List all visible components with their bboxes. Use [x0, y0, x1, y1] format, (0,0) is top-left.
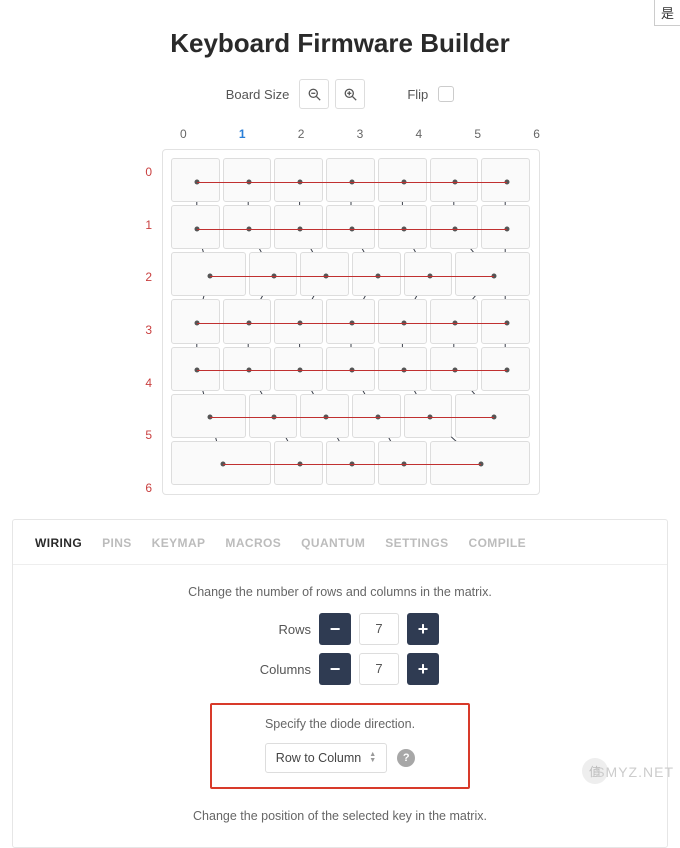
- rows-value[interactable]: 7: [359, 613, 399, 645]
- row-label[interactable]: 6: [130, 481, 152, 495]
- tabs: WIRING PINS KEYMAP MACROS QUANTUM SETTINGS COM…: [13, 520, 667, 565]
- rows-control: Rows − 7 +: [13, 613, 667, 645]
- row-wire: [210, 276, 494, 277]
- columns-increment-button[interactable]: +: [407, 653, 439, 685]
- row-label[interactable]: 2: [130, 270, 152, 284]
- rows-label: Rows: [241, 622, 311, 637]
- column-label[interactable]: 1: [239, 127, 246, 141]
- keyboard-board[interactable]: [162, 149, 540, 495]
- column-label[interactable]: 5: [474, 127, 481, 141]
- diode-direction-select[interactable]: Row to Column ▲▼: [265, 743, 387, 773]
- rows-increment-button[interactable]: +: [407, 613, 439, 645]
- column-label[interactable]: 3: [357, 127, 364, 141]
- diode-direction-value: Row to Column: [276, 751, 361, 765]
- tab-pins[interactable]: PINS: [102, 536, 132, 550]
- column-label[interactable]: 4: [416, 127, 423, 141]
- column-labels: 0 1 2 3 4 5 6: [180, 127, 540, 141]
- page-title: Keyboard Firmware Builder: [0, 0, 680, 79]
- tab-compile[interactable]: COMPILE: [469, 536, 526, 550]
- zoom-in-button[interactable]: [335, 79, 365, 109]
- zoom-out-button[interactable]: [299, 79, 329, 109]
- row-wire: [223, 464, 482, 465]
- row-wire: [197, 370, 507, 371]
- position-note: Change the position of the selected key …: [13, 809, 667, 823]
- matrix-note: Change the number of rows and columns in…: [13, 585, 667, 599]
- column-label[interactable]: 2: [298, 127, 305, 141]
- diode-note: Specify the diode direction.: [226, 717, 454, 731]
- flip-checkbox[interactable]: [438, 86, 454, 102]
- tab-settings[interactable]: SETTINGS: [385, 536, 448, 550]
- columns-control: Columns − 7 +: [13, 653, 667, 685]
- row-label[interactable]: 5: [130, 428, 152, 442]
- select-arrows-icon: ▲▼: [369, 752, 376, 764]
- zoom-in-icon: [344, 88, 357, 101]
- flip-label: Flip: [407, 87, 428, 102]
- columns-decrement-button[interactable]: −: [319, 653, 351, 685]
- tab-macros[interactable]: MACROS: [225, 536, 281, 550]
- board-area: 0 1 2 3 4 5 6 0 1 2 3 4 5 6: [130, 127, 550, 507]
- tab-keymap[interactable]: KEYMAP: [152, 536, 206, 550]
- board-size-label: Board Size: [226, 87, 290, 102]
- row-wire: [197, 182, 507, 183]
- top-controls: Board Size Flip: [0, 79, 680, 109]
- columns-value[interactable]: 7: [359, 653, 399, 685]
- row-label[interactable]: 0: [130, 165, 152, 179]
- help-icon[interactable]: ?: [397, 749, 415, 767]
- row-wire: [197, 229, 507, 230]
- column-label[interactable]: 0: [180, 127, 187, 141]
- row-label[interactable]: 1: [130, 218, 152, 232]
- row-label[interactable]: 4: [130, 376, 152, 390]
- diode-direction-box: Specify the diode direction. Row to Colu…: [210, 703, 470, 789]
- columns-label: Columns: [241, 662, 311, 677]
- watermark-text: SMYZ.NET: [595, 764, 674, 780]
- config-panel: WIRING PINS KEYMAP MACROS QUANTUM SETTINGS COM…: [12, 519, 668, 848]
- rows-decrement-button[interactable]: −: [319, 613, 351, 645]
- zoom-out-icon: [308, 88, 321, 101]
- column-label[interactable]: 6: [533, 127, 540, 141]
- corner-flag: 是: [654, 0, 680, 26]
- row-labels: 0 1 2 3 4 5 6: [130, 165, 152, 495]
- tab-quantum[interactable]: QUANTUM: [301, 536, 365, 550]
- row-label[interactable]: 3: [130, 323, 152, 337]
- row-wire: [197, 323, 507, 324]
- tab-wiring[interactable]: WIRING: [35, 536, 82, 550]
- row-wire: [210, 417, 494, 418]
